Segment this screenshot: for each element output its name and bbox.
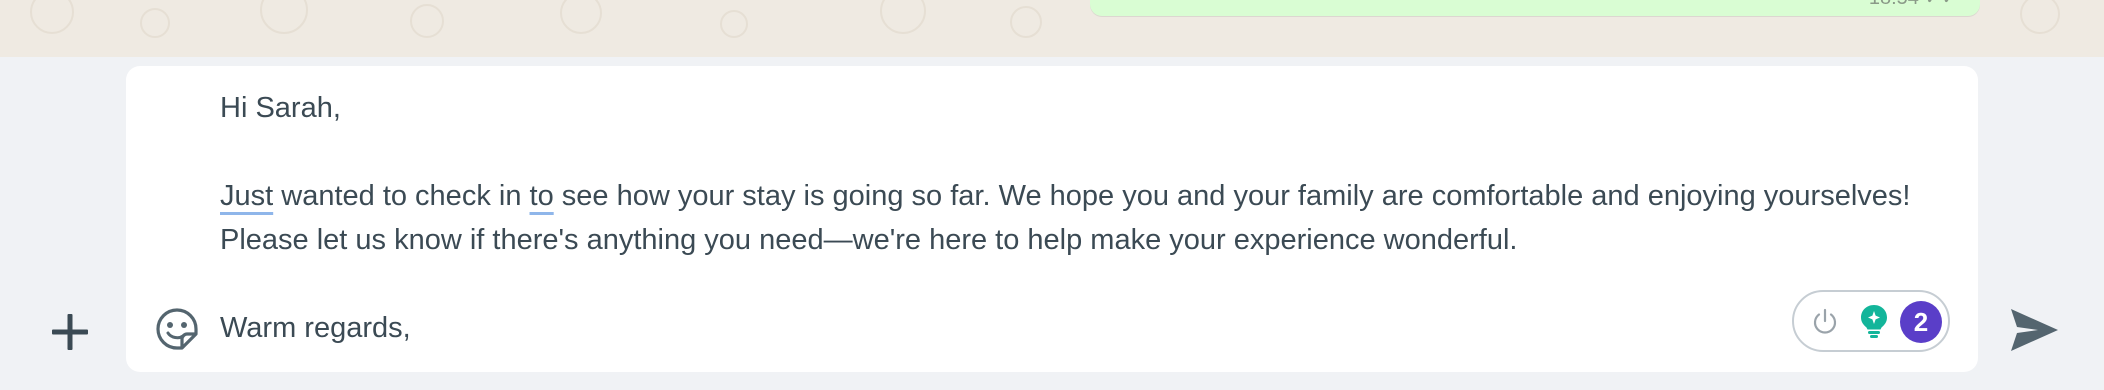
draft-closing: Warm regards, — [220, 312, 411, 344]
double-check-icon: ✓✓ — [1924, 0, 1958, 9]
send-icon — [2011, 309, 2058, 351]
plus-icon — [52, 314, 88, 350]
message-time: 18:54 — [1869, 0, 1919, 9]
wallpaper-doodle — [880, 0, 926, 34]
message-meta: 18:54 ✓✓ — [1869, 0, 1958, 10]
wallpaper-doodle — [260, 0, 308, 34]
outgoing-message-bubble[interactable]: 18:54 ✓✓ — [1090, 0, 1980, 16]
wallpaper-doodle — [410, 4, 444, 38]
suggestion-count-badge[interactable]: 2 — [1900, 301, 1942, 343]
sticker-icon — [156, 308, 198, 350]
draft-greeting: Hi Sarah, — [220, 92, 341, 124]
send-button[interactable] — [2008, 306, 2060, 354]
spellcheck-word[interactable]: Just — [220, 180, 273, 212]
lightbulb-icon — [1861, 305, 1887, 338]
wallpaper-doodle — [720, 10, 748, 38]
draft-body: Just wanted to check in to see how your … — [220, 174, 1920, 262]
sticker-button[interactable] — [154, 306, 200, 352]
wallpaper-doodle — [2020, 0, 2060, 34]
assistant-power-button[interactable] — [1810, 306, 1840, 336]
wallpaper-doodle — [140, 8, 170, 38]
message-input[interactable]: Hi Sarah, Just wanted to check in to see… — [126, 66, 1978, 372]
chat-background: 18:54 ✓✓ — [0, 0, 2104, 57]
power-icon — [1813, 308, 1837, 334]
spellcheck-word[interactable]: to — [530, 180, 554, 212]
wallpaper-doodle — [30, 0, 74, 34]
attach-button[interactable] — [48, 310, 92, 354]
wallpaper-doodle — [1010, 6, 1042, 38]
message-draft[interactable]: Hi Sarah, Just wanted to check in to see… — [220, 86, 1920, 350]
assistant-suggestions-button[interactable] — [1856, 303, 1892, 339]
draft-body-text: wanted to check in — [273, 180, 530, 212]
wallpaper-doodle — [560, 0, 602, 34]
writing-assistant-pill[interactable]: 2 — [1792, 290, 1950, 352]
